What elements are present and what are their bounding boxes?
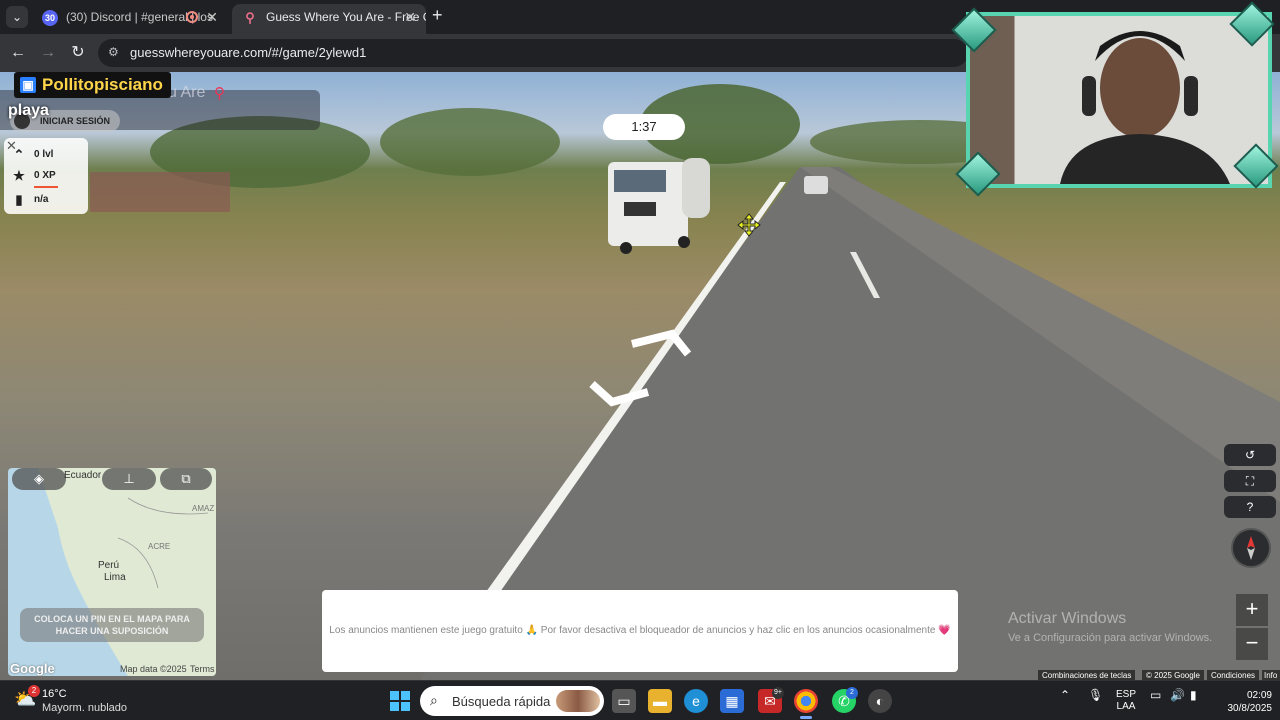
tab-search-icon[interactable]: ⌄ bbox=[6, 6, 28, 28]
volume-icon[interactable]: 🔊 bbox=[1170, 688, 1185, 702]
tab-discord[interactable]: 30 (30) Discord | #general | los ✕ bbox=[32, 4, 228, 34]
back-button[interactable]: ← bbox=[7, 42, 29, 64]
forward-button[interactable]: → bbox=[37, 42, 59, 64]
map-label-amaz: AMAZ bbox=[192, 504, 215, 513]
search-icon: ⌕ bbox=[430, 692, 438, 708]
streamer-silhouette bbox=[1060, 31, 1230, 184]
zoom-out-button[interactable]: − bbox=[1236, 628, 1268, 660]
language-indicator[interactable]: ESP LAA bbox=[1116, 689, 1136, 713]
temperature: 16°C bbox=[42, 688, 67, 700]
close-tab-icon[interactable]: ✕ bbox=[404, 4, 416, 30]
show-hidden-icons[interactable]: ⌃ bbox=[1060, 688, 1070, 702]
weather-description: Mayorm. nublado bbox=[42, 702, 127, 714]
map-terms-link[interactable]: Terms bbox=[190, 664, 215, 674]
map-label-acre: ACRE bbox=[148, 542, 171, 551]
address-bar[interactable]: ⚙ guesswhereyouare.com/#/game/2ylewd1 bbox=[98, 39, 968, 67]
map-label-lima: Lima bbox=[104, 572, 126, 583]
logo-pin-icon: ⚲ bbox=[214, 85, 225, 102]
taskbar-search[interactable]: ⌕ Búsqueda rápida bbox=[420, 686, 604, 716]
windows-taskbar: ⛅ 2 16°C Mayorm. nublado ⌕ Búsqueda rápi… bbox=[0, 680, 1280, 720]
move-cursor-icon bbox=[737, 213, 761, 237]
expand-map-button[interactable]: ⧉ bbox=[160, 468, 212, 490]
streamer-name: Pollitopisciano bbox=[42, 75, 163, 94]
close-tab-icon[interactable]: ✕ bbox=[206, 4, 218, 30]
ad-notice-banner: Los anuncios mantienen este juego gratui… bbox=[322, 590, 958, 672]
level-value: 0 lvl bbox=[34, 149, 54, 160]
url-text: guesswhereyouare.com/#/game/2ylewd1 bbox=[130, 45, 367, 60]
map-data-credit: Map data ©2025 bbox=[120, 664, 187, 674]
search-highlight-image bbox=[556, 690, 600, 712]
fullscreen-button[interactable]: ⛶ bbox=[1224, 470, 1276, 492]
bar-chart-icon: ▮ bbox=[15, 192, 23, 207]
xp-progress-bar bbox=[34, 186, 58, 188]
gmail-badge: 9+ bbox=[772, 687, 784, 699]
site-info-icon[interactable]: ⚙ bbox=[108, 45, 119, 59]
streamer-name-badge: ▣ Pollitopisciano bbox=[14, 72, 171, 98]
microphone-icon[interactable]: 🎙 bbox=[1088, 688, 1103, 702]
activation-title: Activar Windows bbox=[1008, 610, 1127, 627]
google-logo: Google bbox=[10, 661, 55, 676]
whatsapp-badge: 2 bbox=[846, 687, 858, 699]
file-explorer-icon[interactable]: ▬ bbox=[648, 689, 672, 713]
game-logo-text: u Are bbox=[168, 84, 206, 101]
tab-guesswhereyouare[interactable]: ⚲ Guess Where You Are - Free Ge ✕ bbox=[232, 4, 426, 34]
discord-icon: 30 bbox=[42, 10, 58, 26]
webcam-overlay bbox=[966, 12, 1272, 188]
recording-icon bbox=[186, 11, 198, 23]
recording-app-icon[interactable]: ◐ bbox=[868, 689, 892, 713]
edge-icon[interactable]: e bbox=[684, 689, 708, 713]
map-hint: COLOCA UN PIN EN EL MAPA PARA HACER UNA … bbox=[20, 608, 204, 642]
search-placeholder: Búsqueda rápida bbox=[452, 694, 551, 709]
pin-map-button[interactable]: ⊥ bbox=[102, 468, 156, 490]
map-label-ecuador: Ecuador bbox=[64, 470, 102, 481]
rank-value: n/a bbox=[34, 194, 49, 205]
system-clock[interactable]: 02:09 30/8/2025 bbox=[1218, 689, 1273, 715]
windows-start-icon[interactable] bbox=[390, 691, 410, 711]
help-button[interactable]: ? bbox=[1224, 496, 1276, 518]
clock-date: 30/8/2025 bbox=[1227, 703, 1273, 714]
streamer-icon: ▣ bbox=[20, 77, 36, 93]
overlay-word: playa bbox=[8, 102, 49, 119]
map-layers-button[interactable]: ◈ bbox=[12, 468, 66, 490]
tab-title: Guess Where You Are - Free Ge bbox=[266, 10, 426, 24]
weather-badge: 2 bbox=[28, 685, 40, 697]
activation-subtitle: Ve a Configuración para activar Windows. bbox=[1008, 632, 1213, 644]
clock-time: 02:09 bbox=[1246, 690, 1272, 701]
chrome-icon[interactable] bbox=[794, 689, 818, 719]
keyboard-layout: LAA bbox=[1116, 701, 1136, 712]
language-code: ESP bbox=[1116, 689, 1137, 700]
new-tab-button[interactable]: + bbox=[432, 5, 443, 26]
xp-value: 0 XP bbox=[34, 170, 56, 181]
windows-activation-watermark: Activar Windows Ve a Configuración para … bbox=[1008, 610, 1212, 644]
compass-needle-icon bbox=[1247, 536, 1255, 560]
compass-icon[interactable] bbox=[1231, 528, 1271, 568]
map-label-peru: Perú bbox=[98, 560, 120, 571]
reload-button[interactable]: ↻ bbox=[67, 42, 89, 64]
store-icon[interactable]: ▦ bbox=[720, 689, 744, 713]
zoom-in-button[interactable]: + bbox=[1236, 594, 1268, 626]
xp-stat: ★ 0 XP bbox=[10, 167, 56, 185]
network-icon[interactable]: ▭ bbox=[1150, 688, 1161, 702]
close-stats-icon[interactable]: ✕ bbox=[6, 138, 17, 154]
guess-minimap[interactable]: ◈ ⊥ ⧉ Ecuador AMAZ ACRE Perú Lima COLOCA… bbox=[8, 468, 216, 676]
battery-icon[interactable]: ▮ bbox=[1190, 688, 1197, 702]
task-view-icon[interactable]: ▭ bbox=[612, 689, 636, 713]
login-label: INICIAR SESIÓN bbox=[40, 116, 111, 126]
star-icon: ★ bbox=[13, 168, 25, 183]
reset-view-button[interactable]: ↺ bbox=[1224, 444, 1276, 466]
weather-widget[interactable]: ⛅ 2 16°C Mayorm. nublado bbox=[14, 685, 154, 717]
rank-stat: ▮ n/a bbox=[10, 191, 48, 209]
round-timer: 1:37 bbox=[603, 114, 685, 140]
map-pin-icon: ⚲ bbox=[245, 10, 255, 25]
